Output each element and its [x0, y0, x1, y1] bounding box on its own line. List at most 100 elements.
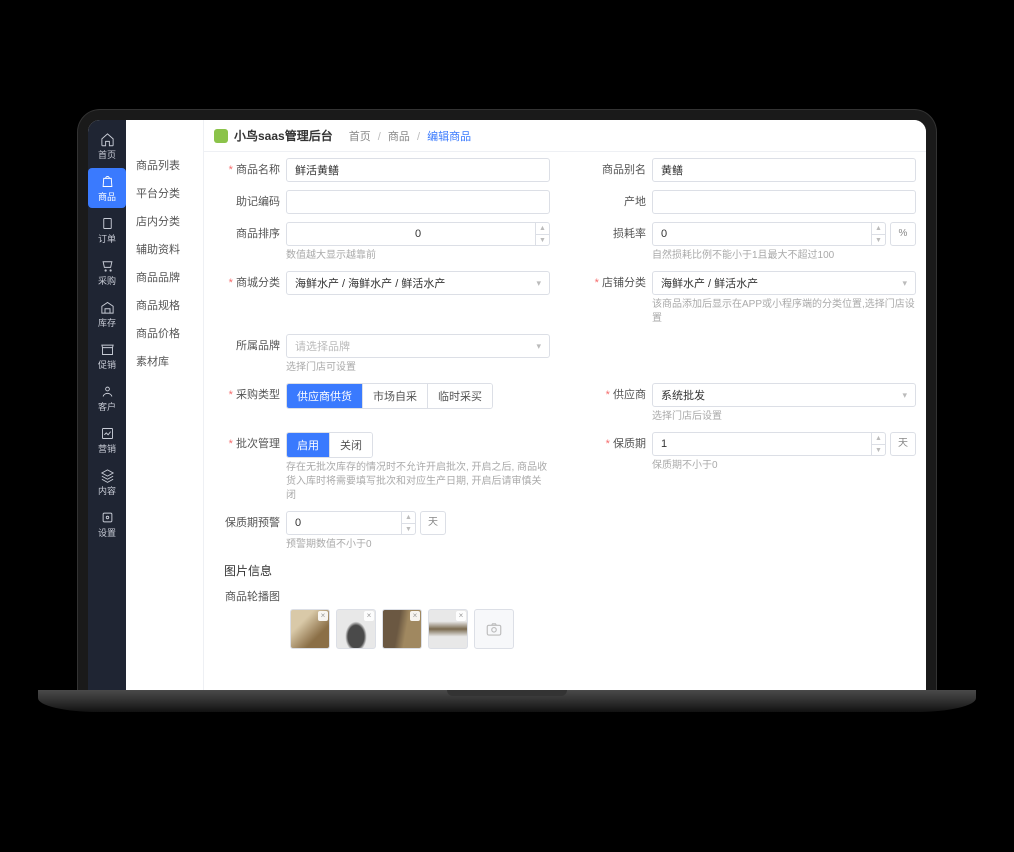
hint-shelf: 保质期不小于0 [652, 459, 916, 473]
hint-brand: 选择门店可设置 [286, 361, 550, 375]
nav-goods-label: 商品 [98, 190, 116, 203]
camera-icon [485, 620, 503, 638]
input-shelf[interactable]: 1 ▲▼ [652, 432, 886, 456]
label-warn: 保质期预警 [214, 511, 280, 535]
nav-marketing-label: 营销 [98, 442, 116, 455]
laptop-screen: 首页 商品 订单 采购 库存 促销 [88, 120, 926, 690]
nav-setting-label: 设置 [98, 526, 116, 539]
breadcrumb: 首页 / 商品 / 编辑商品 [349, 128, 471, 144]
nav-stock-label: 库存 [98, 316, 116, 329]
subnav-item[interactable]: 平台分类 [126, 180, 203, 208]
section-images-title: 图片信息 [224, 562, 916, 579]
image-thumb[interactable]: × [290, 609, 330, 649]
image-thumb[interactable]: × [382, 609, 422, 649]
spin-up-icon[interactable]: ▲ [402, 512, 415, 524]
select-store-cat[interactable]: 海鲜水产 / 鲜活水产 ▾ [652, 271, 916, 295]
form-area: 商品名称 商品别名 助记编码 产地 [204, 152, 926, 690]
seg-supplier[interactable]: 供应商供货 [287, 384, 363, 408]
label-batch: 批次管理 [214, 432, 280, 456]
unit-day: 天 [420, 511, 446, 535]
image-thumb[interactable]: × [428, 609, 468, 649]
spin-up-icon[interactable]: ▲ [536, 223, 549, 235]
subnav-item[interactable]: 店内分类 [126, 208, 203, 236]
crumb-home[interactable]: 首页 [349, 131, 371, 143]
nav-goods[interactable]: 商品 [88, 168, 126, 208]
input-sort[interactable]: 0 ▲▼ [286, 222, 550, 246]
label-mall-cat: 商城分类 [214, 271, 280, 295]
label-origin: 产地 [580, 190, 646, 214]
select-supplier[interactable]: 系统批发 ▾ [652, 383, 916, 407]
subnav-item[interactable]: 素材库 [126, 348, 203, 376]
remove-image-icon[interactable]: × [456, 611, 466, 621]
add-image-button[interactable] [474, 609, 514, 649]
subnav-item[interactable]: 商品列表 [126, 152, 203, 180]
chart-icon [99, 425, 115, 441]
input-alias[interactable] [652, 158, 916, 182]
chevron-down-icon: ▾ [902, 278, 907, 289]
input-loss[interactable]: 0 ▲▼ [652, 222, 886, 246]
nav-marketing[interactable]: 营销 [88, 420, 126, 460]
bag-icon [99, 173, 115, 189]
label-mnemonic: 助记编码 [214, 190, 280, 214]
user-icon [99, 383, 115, 399]
spin-down-icon[interactable]: ▼ [402, 524, 415, 535]
nav-promo[interactable]: 促销 [88, 336, 126, 376]
hint-batch: 存在无批次库存的情况时不允许开启批次, 开启之后, 商品收货入库时将需要填写批次… [286, 461, 550, 503]
spin-down-icon[interactable]: ▼ [872, 235, 885, 246]
nav-order[interactable]: 订单 [88, 210, 126, 250]
nav-customer-label: 客户 [98, 400, 116, 413]
spin-down-icon[interactable]: ▼ [872, 445, 885, 456]
input-mnemonic[interactable] [286, 190, 550, 214]
subnav-item[interactable]: 辅助资料 [126, 236, 203, 264]
crumb-current: 编辑商品 [427, 131, 471, 143]
hint-store-cat: 该商品添加后显示在APP或小程序端的分类位置,选择门店设置 [652, 298, 916, 326]
segment-batch: 启用 关闭 [286, 432, 373, 458]
nav-stock[interactable]: 库存 [88, 294, 126, 334]
nav-setting[interactable]: 设置 [88, 504, 126, 544]
subnav-item[interactable]: 商品规格 [126, 292, 203, 320]
storefront-icon [99, 341, 115, 357]
laptop-base [38, 690, 976, 712]
topbar: 小鸟saas管理后台 首页 / 商品 / 编辑商品 [204, 120, 926, 152]
remove-image-icon[interactable]: × [364, 611, 374, 621]
nav-home[interactable]: 首页 [88, 126, 126, 166]
spin-up-icon[interactable]: ▲ [872, 223, 885, 235]
subnav-item[interactable]: 商品价格 [126, 320, 203, 348]
nav-purchase[interactable]: 采购 [88, 252, 126, 292]
subnav-item[interactable]: 商品品牌 [126, 264, 203, 292]
nav-customer[interactable]: 客户 [88, 378, 126, 418]
label-brand: 所属品牌 [214, 334, 280, 358]
select-brand[interactable]: 请选择品牌 ▾ [286, 334, 550, 358]
nav-content[interactable]: 内容 [88, 462, 126, 502]
hint-supplier: 选择门店后设置 [652, 410, 916, 424]
label-sort: 商品排序 [214, 222, 280, 246]
logo-icon [214, 129, 228, 143]
spin-down-icon[interactable]: ▼ [536, 235, 549, 246]
nav-promo-label: 促销 [98, 358, 116, 371]
spin-up-icon[interactable]: ▲ [872, 433, 885, 445]
seg-temp[interactable]: 临时采买 [428, 384, 492, 408]
chevron-down-icon: ▾ [902, 390, 907, 401]
label-alias: 商品别名 [580, 158, 646, 182]
label-purchase-type: 采购类型 [214, 383, 280, 407]
image-thumb[interactable]: × [336, 609, 376, 649]
nav-content-label: 内容 [98, 484, 116, 497]
crumb-goods[interactable]: 商品 [388, 131, 410, 143]
laptop-notch [447, 690, 567, 696]
seg-market[interactable]: 市场自采 [363, 384, 428, 408]
chevron-down-icon: ▾ [536, 278, 541, 289]
clipboard-icon [99, 215, 115, 231]
select-mall-cat[interactable]: 海鲜水产 / 海鲜水产 / 鲜活水产 ▾ [286, 271, 550, 295]
label-store-cat: 店铺分类 [580, 271, 646, 295]
seg-batch-off[interactable]: 关闭 [330, 433, 372, 457]
remove-image-icon[interactable]: × [410, 611, 420, 621]
seg-batch-on[interactable]: 启用 [287, 433, 330, 457]
input-origin[interactable] [652, 190, 916, 214]
remove-image-icon[interactable]: × [318, 611, 328, 621]
label-name: 商品名称 [214, 158, 280, 182]
input-warn[interactable]: 0 ▲▼ [286, 511, 416, 535]
chevron-down-icon: ▾ [536, 341, 541, 352]
image-gallery: × × × × [290, 609, 916, 649]
layers-icon [99, 467, 115, 483]
input-name[interactable] [286, 158, 550, 182]
